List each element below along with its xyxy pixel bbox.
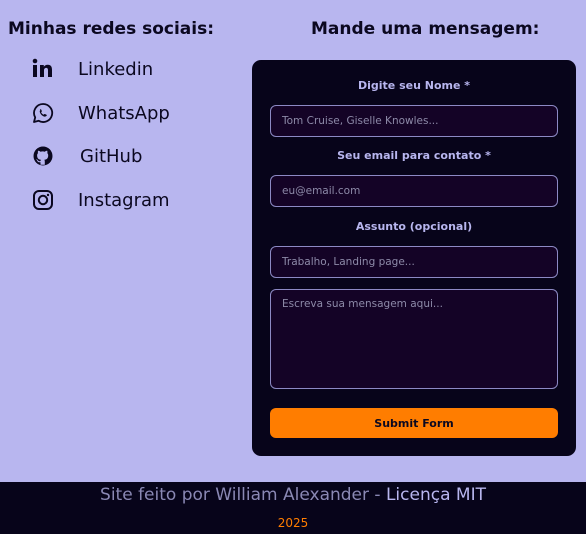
- subject-input[interactable]: [270, 246, 558, 278]
- email-input[interactable]: [270, 175, 558, 207]
- footer-text: Site feito por William Alexander -: [100, 485, 386, 505]
- email-label: Seu email para contato *: [337, 149, 491, 162]
- github-icon: [32, 145, 54, 167]
- social-item-whatsapp[interactable]: WhatsApp: [32, 102, 170, 124]
- name-label: Digite seu Nome *: [357, 79, 471, 92]
- message-title: Mande uma mensagem:: [311, 19, 540, 39]
- social-label-linkedin: Linkedin: [78, 58, 154, 80]
- linkedin-icon: [32, 58, 54, 80]
- message-textarea[interactable]: [270, 289, 558, 389]
- footer-credit: Site feito por William Alexander - Licen…: [0, 485, 586, 505]
- whatsapp-icon: [32, 102, 54, 124]
- social-label-github: GitHub: [80, 145, 143, 167]
- footer-year: 2025: [277, 516, 309, 530]
- instagram-icon: [32, 189, 54, 211]
- social-title: Minhas redes sociais:: [8, 19, 215, 39]
- footer: Site feito por William Alexander - Licen…: [0, 482, 586, 534]
- contact-form: Digite seu Nome * Seu email para contato…: [252, 60, 576, 456]
- name-input[interactable]: [270, 105, 558, 137]
- social-item-instagram[interactable]: Instagram: [32, 189, 170, 211]
- social-item-github[interactable]: GitHub: [32, 145, 142, 167]
- social-label-whatsapp: WhatsApp: [78, 102, 170, 124]
- subject-label: Assunto (opcional): [355, 220, 473, 233]
- submit-button[interactable]: Submit Form: [270, 408, 558, 438]
- social-item-linkedin[interactable]: Linkedin: [32, 58, 153, 80]
- social-label-instagram: Instagram: [78, 189, 170, 211]
- license-link[interactable]: Licença MIT: [386, 485, 486, 505]
